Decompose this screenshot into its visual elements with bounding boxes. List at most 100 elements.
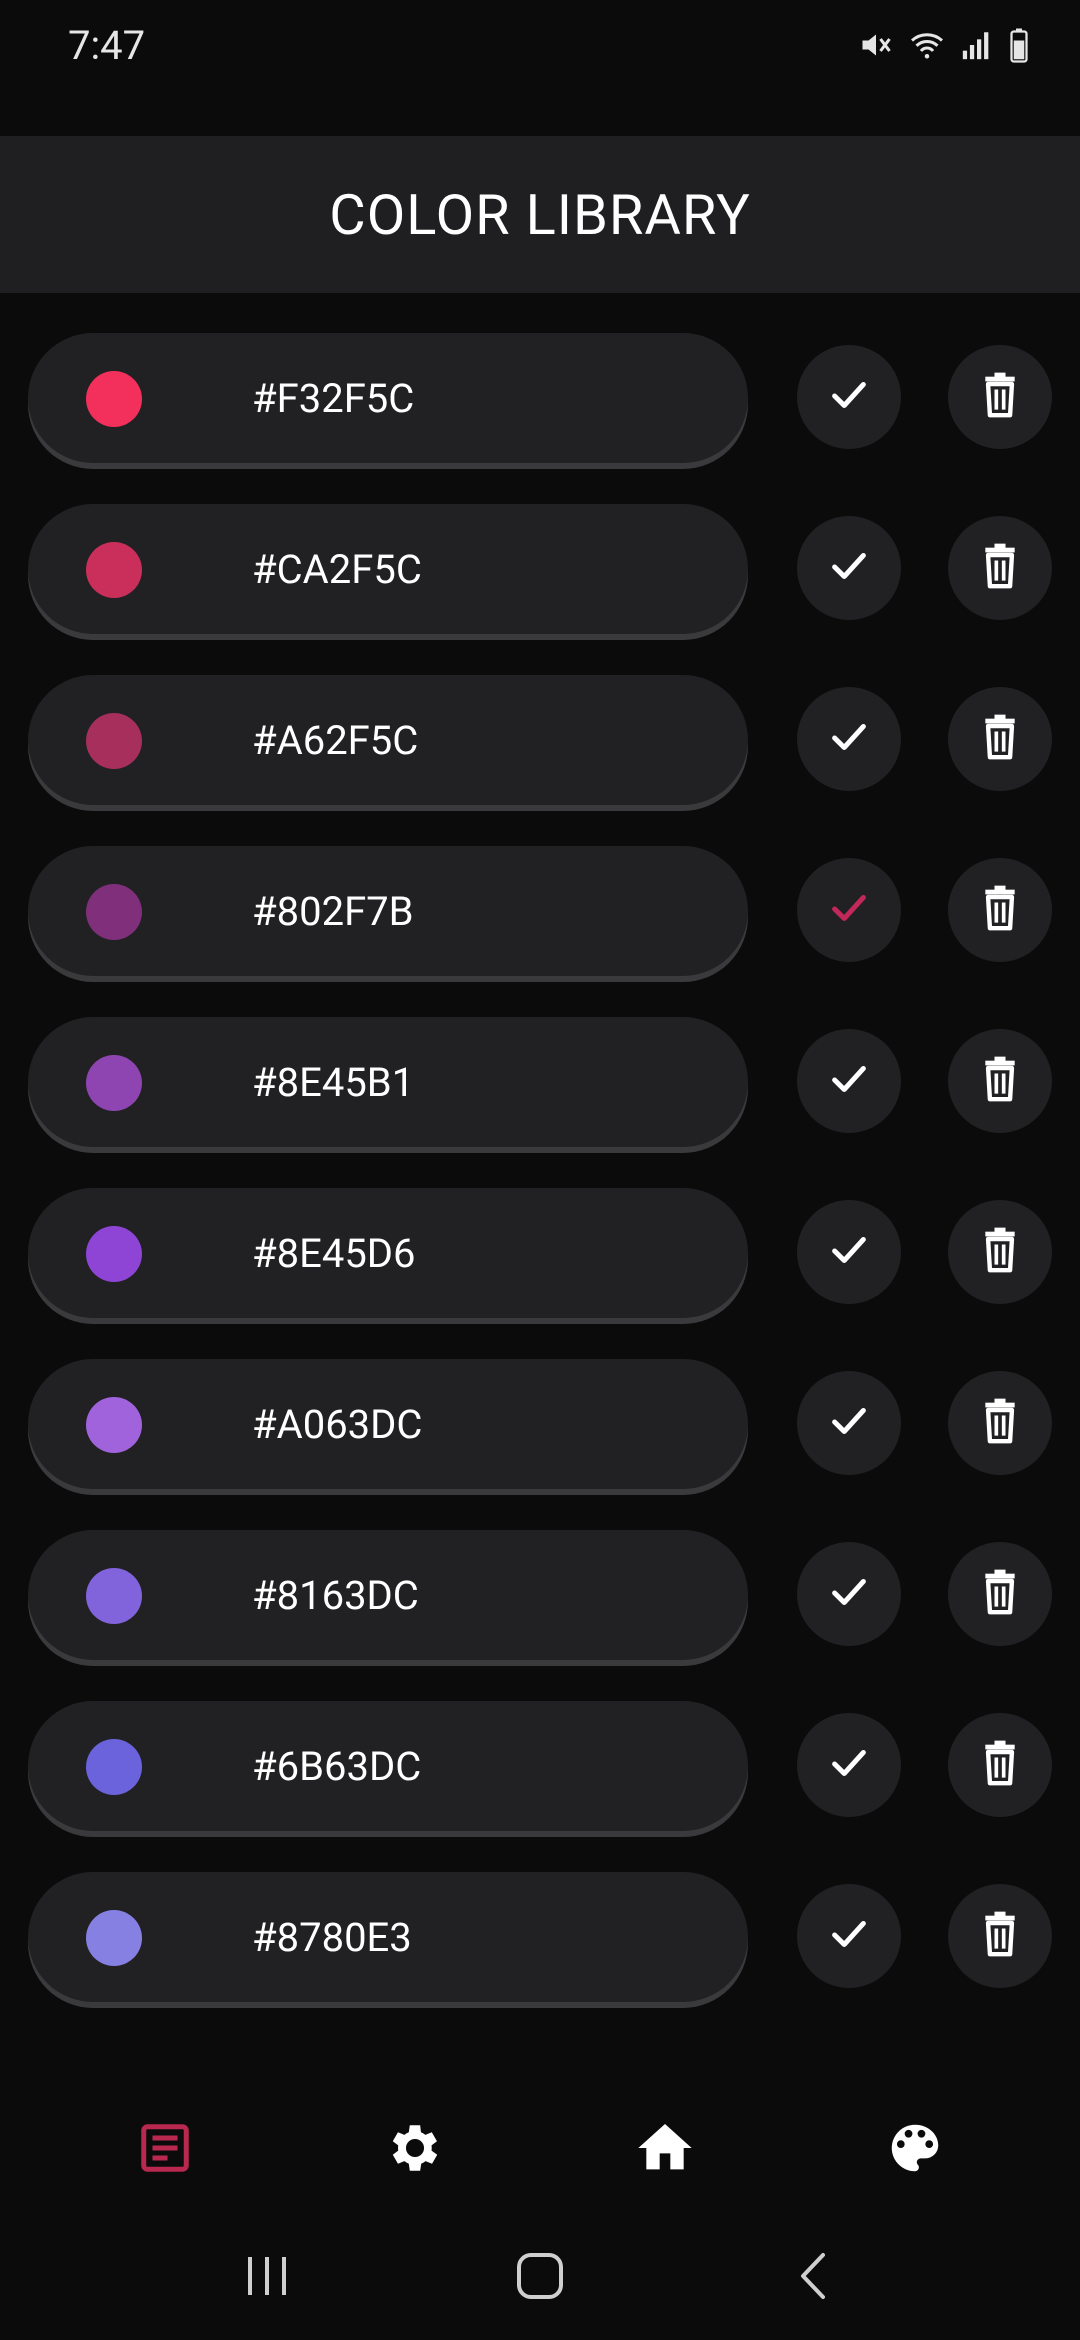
- color-hex-label: #8E45B1: [252, 1058, 415, 1106]
- color-swatch: [86, 1055, 142, 1111]
- delete-color-button[interactable]: [948, 1884, 1052, 1988]
- color-row: #8E45B1: [0, 1017, 1080, 1147]
- color-chip[interactable]: #8E45D6: [28, 1188, 748, 1318]
- check-icon: [826, 372, 872, 422]
- trash-icon: [978, 1055, 1022, 1107]
- color-chip[interactable]: #8780E3: [28, 1872, 748, 2002]
- wifi-icon: [908, 27, 946, 63]
- delete-color-button[interactable]: [948, 516, 1052, 620]
- select-color-button[interactable]: [797, 345, 901, 449]
- color-row: #F32F5C: [0, 333, 1080, 463]
- color-chip[interactable]: #F32F5C: [28, 333, 748, 463]
- check-icon: [826, 885, 872, 935]
- recent-apps-button[interactable]: [212, 2233, 322, 2323]
- color-chip[interactable]: #802F7B: [28, 846, 748, 976]
- color-hex-label: #CA2F5C: [252, 545, 422, 593]
- color-row: #A063DC: [0, 1359, 1080, 1489]
- home-square-icon: [515, 2251, 565, 2305]
- status-bar: 7:47: [0, 0, 1080, 90]
- color-hex-label: #8780E3: [252, 1913, 412, 1961]
- trash-icon: [978, 1226, 1022, 1278]
- delete-color-button[interactable]: [948, 1029, 1052, 1133]
- color-swatch: [86, 1397, 142, 1453]
- color-row: #CA2F5C: [0, 504, 1080, 634]
- color-swatch: [86, 1226, 142, 1282]
- color-swatch: [86, 1568, 142, 1624]
- signal-icon: [960, 28, 994, 62]
- check-icon: [826, 1398, 872, 1448]
- color-row: #8E45D6: [0, 1188, 1080, 1318]
- select-color-button[interactable]: [797, 516, 901, 620]
- palette-icon: [884, 2117, 946, 2183]
- delete-color-button[interactable]: [948, 345, 1052, 449]
- color-hex-label: #8E45D6: [252, 1229, 416, 1277]
- delete-color-button[interactable]: [948, 1371, 1052, 1475]
- delete-color-button[interactable]: [948, 858, 1052, 962]
- trash-icon: [978, 884, 1022, 936]
- color-chip[interactable]: #CA2F5C: [28, 504, 748, 634]
- color-swatch: [86, 371, 142, 427]
- select-color-button[interactable]: [797, 1200, 901, 1304]
- nav-settings[interactable]: [355, 2090, 475, 2210]
- check-icon: [826, 1056, 872, 1106]
- select-color-button[interactable]: [797, 1371, 901, 1475]
- home-icon: [633, 2116, 697, 2184]
- nav-library[interactable]: [105, 2090, 225, 2210]
- delete-color-button[interactable]: [948, 1542, 1052, 1646]
- nav-palette[interactable]: [855, 2090, 975, 2210]
- system-nav: [0, 2215, 1080, 2340]
- select-color-button[interactable]: [797, 858, 901, 962]
- page-title: COLOR LIBRARY: [329, 181, 751, 248]
- color-hex-label: #F32F5C: [252, 374, 415, 422]
- trash-icon: [978, 542, 1022, 594]
- color-swatch: [86, 1739, 142, 1795]
- select-color-button[interactable]: [797, 1713, 901, 1817]
- app-header: COLOR LIBRARY: [0, 136, 1080, 293]
- settings-icon: [384, 2117, 446, 2183]
- color-chip[interactable]: #8E45B1: [28, 1017, 748, 1147]
- check-icon: [826, 1569, 872, 1619]
- color-swatch: [86, 1910, 142, 1966]
- nav-home[interactable]: [605, 2090, 725, 2210]
- delete-color-button[interactable]: [948, 1200, 1052, 1304]
- color-hex-label: #A62F5C: [252, 716, 419, 764]
- color-row: #6B63DC: [0, 1701, 1080, 1831]
- color-hex-label: #8163DC: [252, 1571, 419, 1619]
- check-icon: [826, 543, 872, 593]
- color-hex-label: #802F7B: [252, 887, 414, 935]
- trash-icon: [978, 713, 1022, 765]
- trash-icon: [978, 371, 1022, 423]
- color-chip[interactable]: #6B63DC: [28, 1701, 748, 1831]
- back-button[interactable]: [758, 2233, 868, 2323]
- trash-icon: [978, 1739, 1022, 1791]
- color-swatch: [86, 713, 142, 769]
- select-color-button[interactable]: [797, 1029, 901, 1133]
- color-chip[interactable]: #A063DC: [28, 1359, 748, 1489]
- back-chevron-icon: [793, 2251, 833, 2305]
- bottom-nav: [0, 2085, 1080, 2215]
- check-icon: [826, 714, 872, 764]
- delete-color-button[interactable]: [948, 687, 1052, 791]
- recent-apps-icon: [242, 2253, 292, 2303]
- trash-icon: [978, 1397, 1022, 1449]
- select-color-button[interactable]: [797, 1542, 901, 1646]
- color-chip[interactable]: #8163DC: [28, 1530, 748, 1660]
- status-time: 7:47: [68, 21, 146, 69]
- color-hex-label: #6B63DC: [252, 1742, 422, 1790]
- check-icon: [826, 1911, 872, 1961]
- select-color-button[interactable]: [797, 687, 901, 791]
- library-icon: [135, 2118, 195, 2182]
- color-row: #8163DC: [0, 1530, 1080, 1660]
- color-row: #8780E3: [0, 1872, 1080, 2002]
- color-swatch: [86, 884, 142, 940]
- color-row: #A62F5C: [0, 675, 1080, 805]
- select-color-button[interactable]: [797, 1884, 901, 1988]
- battery-icon: [1008, 27, 1030, 63]
- check-icon: [826, 1740, 872, 1790]
- trash-icon: [978, 1910, 1022, 1962]
- delete-color-button[interactable]: [948, 1713, 1052, 1817]
- mute-icon: [858, 27, 894, 63]
- color-hex-label: #A063DC: [252, 1400, 423, 1448]
- color-chip[interactable]: #A62F5C: [28, 675, 748, 805]
- home-button[interactable]: [485, 2233, 595, 2323]
